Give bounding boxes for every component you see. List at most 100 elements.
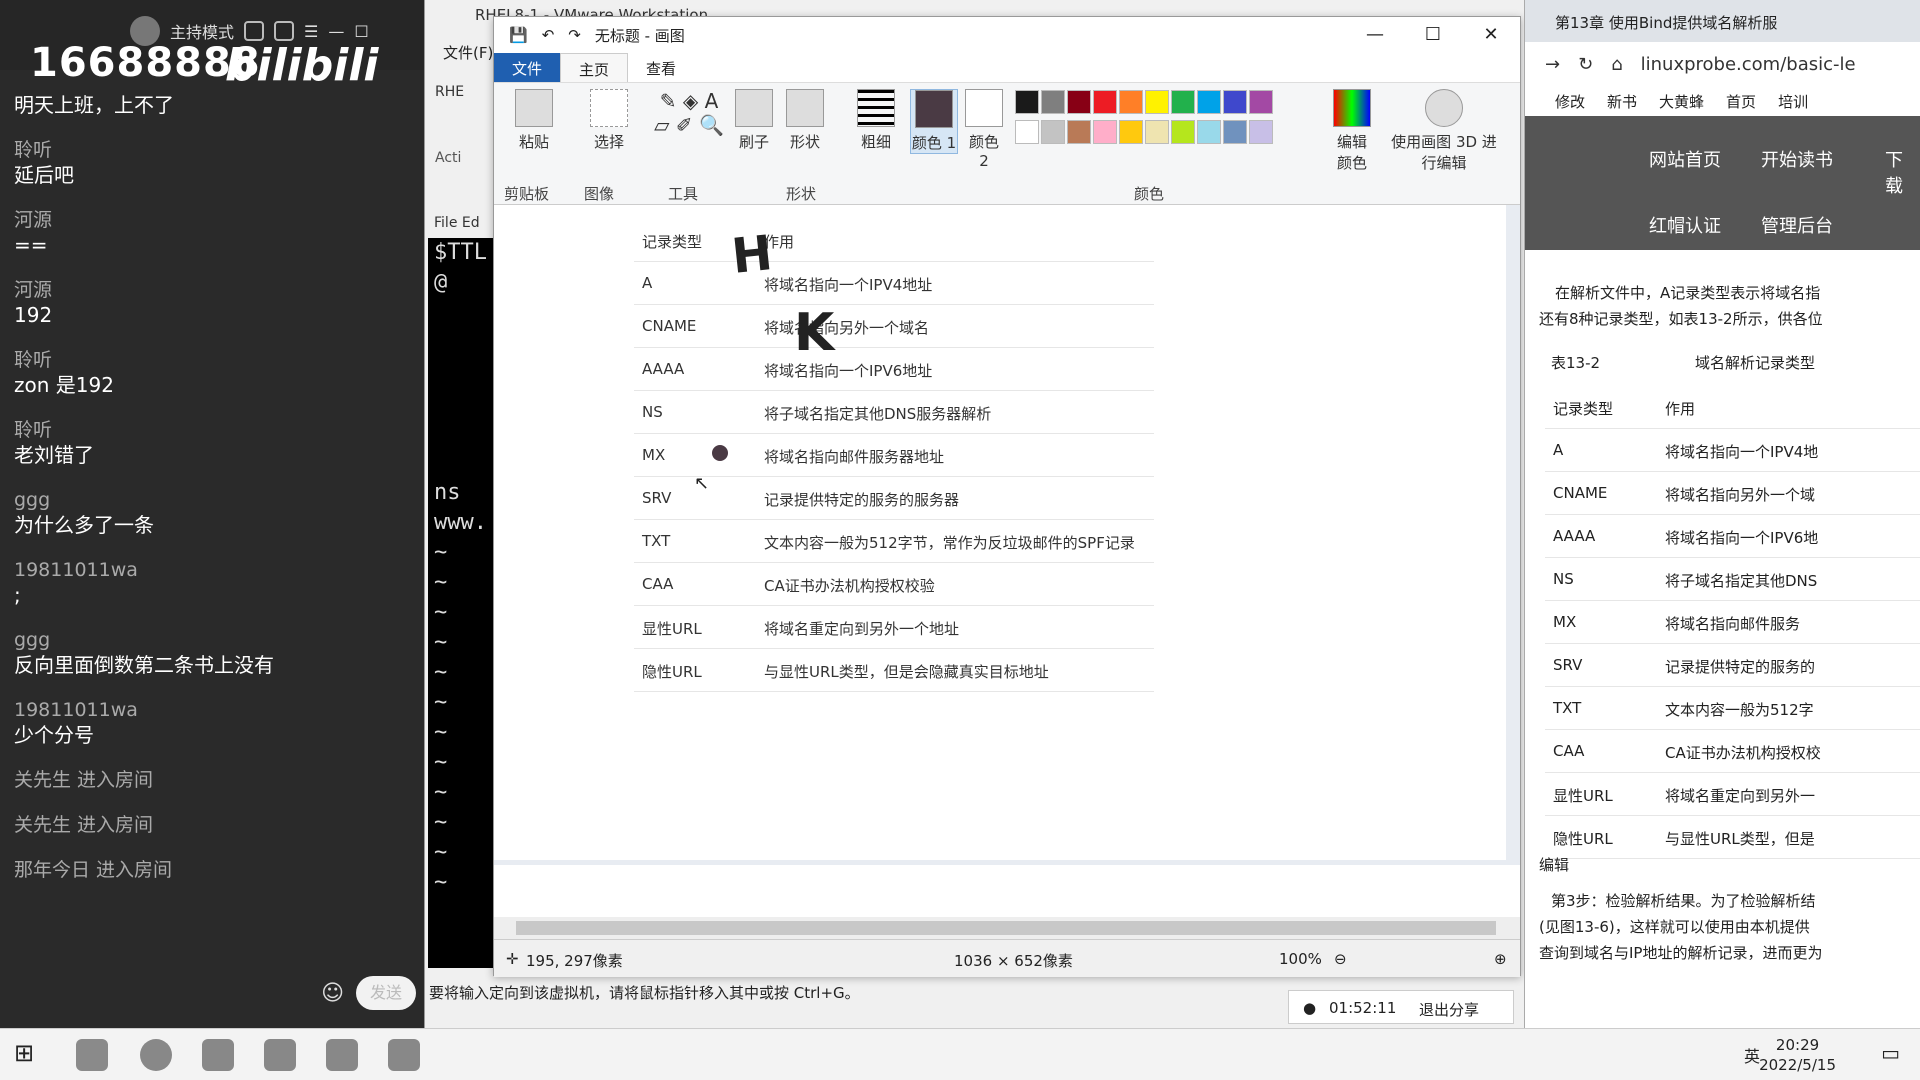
palette-swatch[interactable] xyxy=(1197,90,1221,114)
color2-button[interactable]: 颜色 2 xyxy=(962,89,1006,170)
palette-swatch[interactable] xyxy=(1041,120,1065,144)
drawing-sheet[interactable]: 记录类型 作用 A 将域名指向一个IPV4地址 CNAME 将域名指向另外一个域名 AA… xyxy=(494,205,1506,860)
palette-swatch[interactable] xyxy=(1015,90,1039,114)
shape-button[interactable]: 形状 形状 xyxy=(780,89,830,203)
system-message: 关先生 进入房间 xyxy=(14,769,154,791)
vmware-icon[interactable] xyxy=(202,1039,234,1071)
palette-swatch[interactable] xyxy=(1145,120,1169,144)
palette-swatch[interactable] xyxy=(1015,120,1039,144)
paint3d-button[interactable]: 使用画图 3D 进行编辑 xyxy=(1384,89,1504,173)
palette-swatch[interactable] xyxy=(1223,90,1247,114)
scribble-mark: K xyxy=(794,303,835,363)
browser-icon[interactable] xyxy=(140,1039,172,1071)
bookmark[interactable]: 首页 xyxy=(1726,91,1756,112)
url-field[interactable]: linuxprobe.com/basic-le xyxy=(1641,54,1856,75)
home-icon[interactable]: ⌂ xyxy=(1611,54,1622,75)
redo-icon[interactable]: ↷ xyxy=(568,26,581,44)
clock[interactable]: 20:29 2022/5/15 xyxy=(1759,1035,1836,1075)
paste-button[interactable]: 粘贴 剪贴板 xyxy=(504,89,564,203)
edit-colors-button[interactable]: 编辑颜色 xyxy=(1330,89,1374,173)
paint-titlebar: 💾 ↶ ↷ 无标题 - 画图 — ☐ ✕ xyxy=(494,17,1520,53)
canvas-area[interactable]: 记录类型 作用 A 将域名指向一个IPV4地址 CNAME 将域名指向另外一个域名 AA… xyxy=(494,205,1520,865)
brush-button[interactable]: 刷子 xyxy=(732,89,776,152)
palette-swatch[interactable] xyxy=(1119,120,1143,144)
bookmark[interactable]: 修改 xyxy=(1555,91,1585,112)
paint-icon[interactable] xyxy=(388,1039,420,1071)
chat-message: 河源 == xyxy=(14,209,53,257)
table-row: AAAA 将域名指向一个IPV6地 xyxy=(1545,515,1920,558)
table-caption: 表13-2 xyxy=(1551,354,1601,372)
table-row: 隐性URL 与显性URL类型，但是 xyxy=(1545,816,1920,859)
reload-icon[interactable]: ↻ xyxy=(1578,54,1593,75)
palette-swatches[interactable] xyxy=(1014,89,1304,149)
menu-icon[interactable]: ☰ xyxy=(304,22,318,41)
palette-swatch[interactable] xyxy=(1171,90,1195,114)
eraser-icon[interactable]: ▱ ✐ 🔍 xyxy=(654,113,724,137)
palette-swatch[interactable] xyxy=(1041,90,1065,114)
pencil-icon[interactable]: ✎ ◈ A xyxy=(654,89,724,113)
bookmark[interactable]: 新书 xyxy=(1607,91,1637,112)
notification-icon[interactable]: ▭ xyxy=(1881,1041,1900,1065)
ribbon-tabs: 文件 主页 查看 xyxy=(494,53,1520,83)
vm-tab[interactable]: RHE xyxy=(435,84,464,100)
ribbon: 粘贴 剪贴板 选择 图像 ✎ ◈ A ▱ ✐ 🔍 工具 刷子 形状 形状 粗细 xyxy=(494,83,1520,205)
palette-swatch[interactable] xyxy=(1249,120,1273,144)
undo-icon[interactable]: ↶ xyxy=(542,26,555,44)
palette-swatch[interactable] xyxy=(1067,90,1091,114)
bookmark[interactable]: 培训 xyxy=(1778,91,1808,112)
start-icon[interactable]: ⊞ xyxy=(14,1039,46,1071)
palette-swatch[interactable] xyxy=(1249,90,1273,114)
settings-icon[interactable] xyxy=(244,21,265,41)
nav-read[interactable]: 开始读书 xyxy=(1761,146,1833,172)
palette-swatch[interactable] xyxy=(1197,120,1221,144)
popout-icon[interactable] xyxy=(274,21,295,41)
close-button[interactable]: ✕ xyxy=(1462,17,1520,53)
size-button[interactable]: 粗细 xyxy=(854,89,898,152)
palette-swatch[interactable] xyxy=(1093,120,1117,144)
tab-file[interactable]: 文件 xyxy=(494,53,561,82)
emoji-icon[interactable]: ☺ xyxy=(321,981,344,1006)
color1-button[interactable]: 颜色 1 xyxy=(910,89,958,154)
app-icon[interactable] xyxy=(264,1039,296,1071)
palette-swatch[interactable] xyxy=(1145,90,1169,114)
zoom-out-icon[interactable]: ⊖ xyxy=(1334,950,1347,968)
explorer-icon[interactable] xyxy=(76,1039,108,1071)
app-icon[interactable] xyxy=(326,1039,358,1071)
tab-home[interactable]: 主页 xyxy=(560,53,629,82)
select-label: 选择 xyxy=(593,133,624,151)
bookmark[interactable]: 大黄蜂 xyxy=(1659,91,1704,112)
save-icon[interactable]: 💾 xyxy=(509,26,528,44)
send-button[interactable]: 发送 xyxy=(356,976,416,1010)
nav-download[interactable]: 下载 xyxy=(1885,146,1920,198)
record-purpose: 记录提供特定的服务的服务器 xyxy=(764,491,960,509)
palette-swatch[interactable] xyxy=(1067,120,1091,144)
nav-rhce[interactable]: 红帽认证 xyxy=(1649,212,1721,238)
browser-tab[interactable]: 第13章 使用Bind提供域名解析服 xyxy=(1525,0,1920,42)
record-type: 显性URL xyxy=(642,620,702,638)
palette-swatch[interactable] xyxy=(1093,90,1117,114)
palette-swatch[interactable] xyxy=(1171,120,1195,144)
zoom-in-icon[interactable]: ⊕ xyxy=(1494,950,1507,968)
palette-swatch[interactable] xyxy=(1119,90,1143,114)
scroll-thumb[interactable] xyxy=(516,921,1496,935)
bookmarks-bar: 修改 新书 大黄蜂 首页 培训 xyxy=(1525,86,1920,116)
activities-label[interactable]: Acti xyxy=(435,150,461,166)
ime-indicator[interactable]: 英 xyxy=(1744,1043,1760,1067)
forward-icon[interactable]: → xyxy=(1545,54,1560,75)
nav-home[interactable]: 网站首页 xyxy=(1649,146,1721,172)
paragraph: 查询到域名与IP地址的解析记录，进而更为 xyxy=(1539,944,1823,962)
palette-swatch[interactable] xyxy=(1223,120,1247,144)
browser-window: 第13章 使用Bind提供域名解析服 → ↻ ⌂ linuxprobe.com/… xyxy=(1524,0,1920,1028)
maximize-icon[interactable]: ☐ xyxy=(354,22,368,41)
record-purpose: CA证书办法机构授权校 xyxy=(1665,744,1821,762)
edit-link[interactable]: 编辑 xyxy=(1539,854,1569,875)
maximize-button[interactable]: ☐ xyxy=(1404,17,1462,53)
tab-view[interactable]: 查看 xyxy=(628,53,694,82)
minimize-button[interactable]: — xyxy=(1346,17,1404,53)
nav-admin[interactable]: 管理后台 xyxy=(1761,212,1833,238)
exit-share-button[interactable]: 退出分享 xyxy=(1419,999,1479,1020)
minimize-icon[interactable]: — xyxy=(328,22,344,41)
vmware-file-menu[interactable]: 文件(F) xyxy=(443,42,493,63)
horizontal-scrollbar[interactable] xyxy=(494,917,1520,939)
select-button[interactable]: 选择 图像 xyxy=(584,89,634,203)
